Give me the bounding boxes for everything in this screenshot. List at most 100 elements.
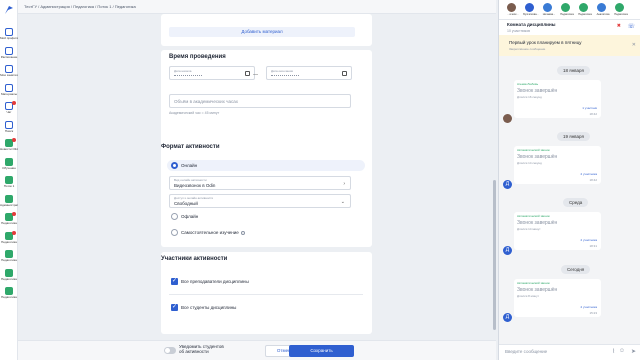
- chat-message[interactable]: Автоматический звонок Звонок завершён Дл…: [514, 212, 601, 250]
- message-participants[interactable]: 2 участника: [581, 238, 598, 242]
- message-time: 18:42: [589, 178, 597, 182]
- sidebar-item[interactable]: Мой профиль: [0, 28, 18, 40]
- message-participants[interactable]: 2 участника: [581, 305, 598, 309]
- message-text: Звонок завершён: [517, 287, 558, 293]
- paperclip-icon[interactable]: ⌇: [612, 348, 615, 355]
- message-avatar[interactable]: [503, 114, 512, 123]
- message-participants[interactable]: 2 участника: [581, 172, 598, 176]
- phone-icon[interactable]: ☏: [627, 23, 635, 30]
- offline-radio[interactable]: [171, 213, 178, 220]
- notification-badge: [12, 212, 16, 216]
- online-tool-select[interactable]: Вид онлайн активности Видеозвонок в Odin…: [169, 176, 351, 190]
- participants-card: Участники активности ✓ Все преподаватели…: [161, 252, 372, 334]
- send-icon[interactable]: ➤: [631, 348, 636, 355]
- notify-students-toggle[interactable]: [164, 347, 176, 354]
- all-teachers-checkbox[interactable]: ✓: [171, 278, 178, 285]
- chat-avatar[interactable]: Педагогика: [578, 3, 592, 16]
- self-study-label[interactable]: Самостоятельное изучение: [181, 230, 245, 235]
- breadcrumb-item[interactable]: Поток 1: [97, 4, 111, 9]
- date-end-field[interactable]: Дата окончания: [266, 66, 352, 80]
- time-card: Время проведения Дата начала — Дата окон…: [161, 50, 372, 146]
- sidebar-item[interactable]: Мои занятия: [0, 65, 18, 77]
- chat-avatar[interactable]: ...ическ...: [507, 3, 519, 16]
- chat-message[interactable]: Автоматический звонок Звонок завершён Дл…: [514, 279, 601, 317]
- message-author: Автоматический звонок: [517, 281, 550, 285]
- calendar-icon[interactable]: [245, 71, 250, 76]
- sidebar-item-icon: [5, 194, 13, 203]
- breadcrumb-item[interactable]: Педагогика: [73, 4, 94, 9]
- chat-message[interactable]: Агеева Любовь Звонок завершён Длился 16 …: [514, 80, 601, 118]
- chat-avatar-name: Педагогика: [578, 13, 592, 16]
- date-start-field[interactable]: Дата начала: [169, 66, 255, 80]
- calendar-icon[interactable]: [342, 71, 347, 76]
- sidebar-item-label: Педагогика: [1, 277, 17, 281]
- chat-avatar[interactable]: Педагогика: [560, 3, 574, 16]
- online-tool-caption: Вид онлайн активности: [174, 178, 207, 182]
- chat-avatar[interactable]: Булгаткова...: [523, 3, 539, 16]
- sidebar-item[interactable]: Расписание: [0, 46, 18, 59]
- sidebar-item[interactable]: Поиск: [0, 120, 18, 133]
- chat-avatar[interactable]: Аналитика: [597, 3, 609, 16]
- message-duration: Длился 8 минут: [517, 294, 539, 298]
- hours-input[interactable]: Объём в академических часах: [169, 94, 351, 108]
- sidebar-item[interactable]: Поток 1: [0, 176, 18, 188]
- self-study-radio[interactable]: [171, 229, 178, 236]
- sidebar-item-icon: [5, 65, 13, 73]
- info-icon[interactable]: [240, 230, 245, 235]
- sidebar-item-label: Педагогика: [1, 222, 17, 225]
- app-logo-icon[interactable]: [3, 4, 15, 16]
- close-icon[interactable]: ✖: [617, 23, 621, 29]
- all-teachers-label[interactable]: Все преподаватели дисциплины: [181, 279, 249, 284]
- chat-message[interactable]: Автоматический звонок Звонок завершён Дл…: [514, 146, 601, 184]
- sidebar-item-icon: [5, 46, 13, 55]
- message-participants[interactable]: 1 участник: [582, 106, 597, 110]
- pin-icon[interactable]: ✕: [632, 42, 636, 48]
- chat-avatar[interactable]: Нечаева...: [543, 3, 555, 16]
- sidebar-item[interactable]: Педагогика: [0, 250, 18, 262]
- sidebar-item[interactable]: Обучение: [0, 157, 18, 170]
- message-duration: Длился 14 минут: [517, 227, 541, 231]
- sidebar-item[interactable]: Педагогика: [0, 230, 18, 244]
- sidebar-item[interactable]: Чат: [0, 101, 18, 114]
- offline-label[interactable]: Офлайн: [181, 214, 198, 219]
- sidebar-item[interactable]: Материалы: [0, 83, 18, 96]
- sidebar-item-icon: [5, 287, 13, 295]
- chat-input[interactable]: Введите сообщение ⌇ ☺ ➤: [499, 344, 640, 360]
- emoji-icon[interactable]: ☺: [619, 348, 625, 354]
- sidebar-item[interactable]: Педагогика: [0, 268, 18, 281]
- all-students-checkbox[interactable]: ✓: [171, 304, 178, 311]
- sidebar-item[interactable]: Администратор: [0, 194, 18, 207]
- message-author: Агеева Любовь: [517, 82, 539, 86]
- pinned-message[interactable]: Первый урок планируем в пятницу Закреплё…: [499, 35, 640, 56]
- message-text: Звонок завершён: [517, 154, 558, 160]
- chat-avatar[interactable]: Педагогика: [614, 3, 628, 16]
- breadcrumb-item[interactable]: Администрация: [40, 4, 69, 9]
- breadcrumb-item[interactable]: ТестГУ: [24, 4, 37, 9]
- save-button[interactable]: Сохранить: [289, 345, 354, 357]
- time-section-title: Время проведения: [169, 54, 226, 60]
- notification-badge: [12, 101, 16, 105]
- chat-avatars-row: ...ическ... Булгаткова... Нечаева... Педаго…: [499, 0, 640, 19]
- message-time: 18:42: [589, 112, 597, 116]
- sidebar-item-label: Поток 1: [3, 185, 15, 188]
- message-avatar[interactable]: Д: [503, 180, 512, 189]
- main-scrollbar[interactable]: [493, 180, 496, 330]
- sidebar-item[interactable]: Новости Olivity: [0, 138, 18, 151]
- access-select[interactable]: Доступ к онлайн активности Свободный ⌄: [169, 194, 351, 208]
- online-radio[interactable]: [171, 162, 178, 169]
- chat-input-placeholder: Введите сообщение: [505, 349, 548, 354]
- sidebar-item[interactable]: Педагогика: [0, 287, 18, 299]
- breadcrumb-item[interactable]: Педагогика: [115, 4, 136, 9]
- sidebar-item[interactable]: Педагогика: [0, 212, 18, 225]
- message-avatar[interactable]: Д: [503, 313, 512, 322]
- toggle-knob: [165, 348, 170, 353]
- chat-avatar-name: Булгаткова...: [523, 13, 539, 16]
- message-time: 15:23: [589, 311, 597, 315]
- all-students-label[interactable]: Все студенты дисциплины: [181, 305, 236, 310]
- message-text: Звонок завершён: [517, 220, 558, 226]
- hours-placeholder: Объём в академических часах: [174, 99, 238, 104]
- message-avatar[interactable]: Д: [503, 246, 512, 255]
- add-material-button[interactable]: Добавить материал: [169, 27, 355, 37]
- online-label[interactable]: Онлайн: [181, 163, 197, 168]
- sidebar-item-icon: [5, 268, 13, 277]
